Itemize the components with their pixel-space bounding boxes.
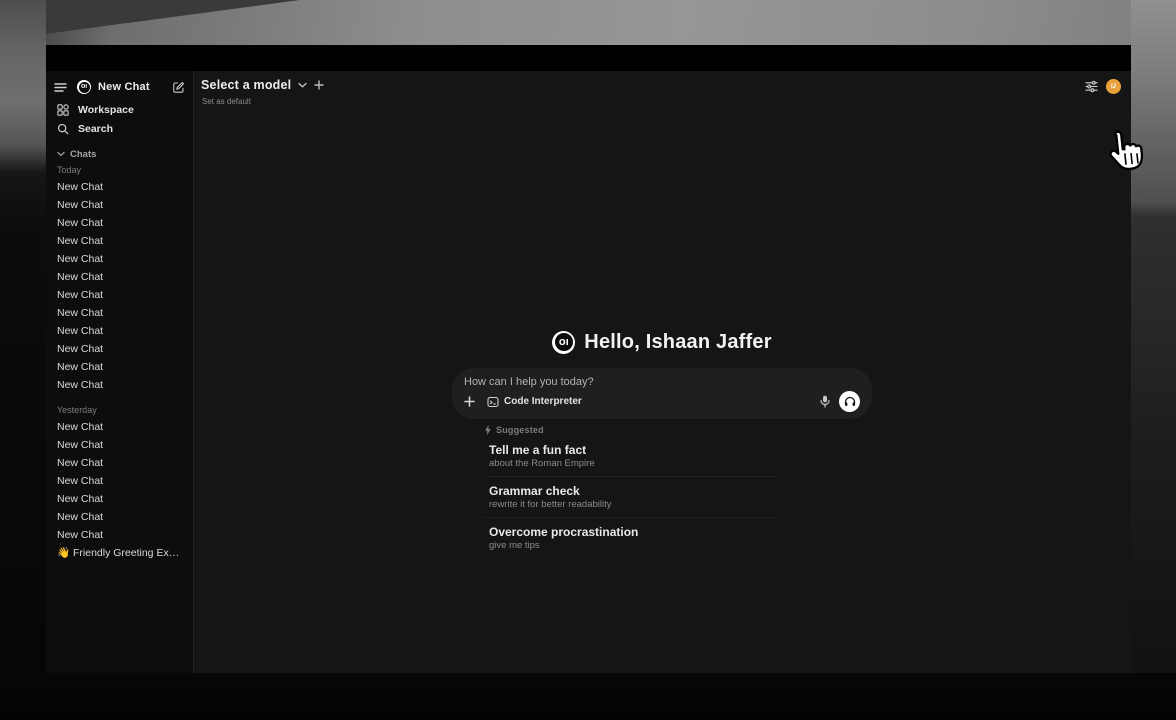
chat-list-item[interactable]: New Chat bbox=[54, 232, 185, 250]
sparkle-icon bbox=[484, 425, 492, 435]
chat-list-item[interactable]: New Chat bbox=[54, 472, 185, 490]
chats-section-toggle[interactable]: Chats bbox=[54, 146, 185, 162]
chat-list-item[interactable]: New Chat bbox=[54, 322, 185, 340]
chats-section-label: Chats bbox=[70, 149, 96, 160]
suggested-prompts: Suggested Tell me a fun fact about the R… bbox=[484, 424, 776, 558]
code-interpreter-toggle[interactable]: Code Interpreter bbox=[487, 396, 582, 408]
chat-list-item[interactable]: New Chat bbox=[54, 178, 185, 196]
chat-list-item[interactable]: New Chat bbox=[54, 490, 185, 508]
controls-sliders-icon[interactable] bbox=[1085, 80, 1098, 93]
chat-list-item[interactable]: New Chat bbox=[54, 376, 185, 394]
user-avatar[interactable]: IJ bbox=[1106, 79, 1121, 94]
greeting: OI Hello, Ishaan Jaffer bbox=[452, 329, 872, 355]
chat-list-item[interactable]: New Chat bbox=[54, 250, 185, 268]
sidebar-header: OI New Chat bbox=[54, 77, 185, 97]
suggested-prompt-title: Tell me a fun fact bbox=[489, 443, 776, 457]
chat-list-item[interactable]: New Chat bbox=[54, 436, 185, 454]
top-right-controls: IJ bbox=[1085, 79, 1121, 94]
workspace-grid-icon bbox=[57, 104, 69, 116]
suggested-header: Suggested bbox=[484, 424, 776, 436]
chat-list-item[interactable]: New Chat bbox=[54, 268, 185, 286]
suggested-prompt-subtitle: about the Roman Empire bbox=[489, 458, 776, 470]
app-window: OI New Chat Workspace Search bbox=[46, 45, 1131, 673]
suggested-label: Suggested bbox=[496, 425, 544, 435]
suggested-prompt-title: Overcome procrastination bbox=[489, 525, 776, 539]
chat-list-item[interactable]: New Chat bbox=[54, 526, 185, 544]
group-label-today: Today bbox=[54, 163, 185, 178]
microphone-icon[interactable] bbox=[820, 395, 830, 408]
chat-list-item[interactable]: New Chat bbox=[54, 454, 185, 472]
window-titlebar bbox=[46, 45, 1131, 71]
composer-toolbar: Code Interpreter bbox=[464, 391, 860, 412]
chat-list-item[interactable]: New Chat bbox=[54, 304, 185, 322]
chat-list-item[interactable]: New Chat bbox=[54, 196, 185, 214]
group-label-yesterday: Yesterday bbox=[54, 403, 185, 418]
attach-plus-icon[interactable] bbox=[464, 396, 475, 407]
workspace-label: Workspace bbox=[78, 104, 134, 116]
suggested-prompt-subtitle: give me tips bbox=[489, 540, 776, 552]
desktop: OI New Chat Workspace Search bbox=[0, 0, 1176, 720]
suggested-prompt-subtitle: rewrite it for better readability bbox=[489, 499, 776, 511]
sidebar-item-workspace[interactable]: Workspace bbox=[54, 100, 185, 119]
wallpaper-bottom-band bbox=[0, 673, 1176, 720]
chat-list-item[interactable]: New Chat bbox=[54, 214, 185, 232]
chat-list-item[interactable]: New Chat bbox=[54, 418, 185, 436]
sidebar: OI New Chat Workspace Search bbox=[46, 71, 194, 673]
voice-call-button[interactable] bbox=[839, 391, 860, 412]
new-chat-icon[interactable] bbox=[172, 81, 185, 94]
search-icon bbox=[57, 123, 69, 135]
wallpaper-left-column bbox=[0, 0, 46, 720]
set-default-link[interactable]: Set as default bbox=[202, 97, 251, 106]
chat-list-item[interactable]: New Chat bbox=[54, 508, 185, 526]
search-label: Search bbox=[78, 123, 113, 135]
chat-list-item[interactable]: New Chat bbox=[54, 358, 185, 376]
suggested-prompt[interactable]: Tell me a fun fact about the Roman Empir… bbox=[484, 436, 776, 476]
greeting-text: Hello, Ishaan Jaffer bbox=[584, 331, 771, 354]
suggested-prompt[interactable]: Overcome procrastination give me tips bbox=[484, 517, 776, 558]
wallpaper-right-column bbox=[1131, 0, 1176, 720]
chat-list-item[interactable]: New Chat bbox=[54, 340, 185, 358]
chevron-down-icon bbox=[298, 82, 307, 88]
sidebar-toggle-icon[interactable] bbox=[54, 82, 67, 93]
chat-list-item-named[interactable]: 👋 Friendly Greeting Exchange bbox=[54, 544, 185, 562]
code-interpreter-icon bbox=[487, 396, 499, 408]
sidebar-title: New Chat bbox=[98, 81, 150, 93]
app-logo: OI bbox=[77, 80, 91, 94]
composer-placeholder: How can I help you today? bbox=[464, 376, 860, 388]
sidebar-item-search[interactable]: Search bbox=[54, 119, 185, 138]
main-content: Select a model Set as default IJ OI Hell… bbox=[195, 71, 1131, 673]
model-selector[interactable]: Select a model bbox=[201, 78, 324, 92]
message-composer[interactable]: How can I help you today? Code Interpret… bbox=[452, 368, 872, 419]
add-model-icon[interactable] bbox=[314, 80, 324, 90]
chevron-down-icon bbox=[57, 151, 65, 157]
chat-list-item[interactable]: New Chat bbox=[54, 286, 185, 304]
model-selector-label: Select a model bbox=[201, 78, 291, 92]
suggested-prompt-title: Grammar check bbox=[489, 484, 776, 498]
app-logo-large: OI bbox=[552, 331, 575, 354]
code-interpreter-label: Code Interpreter bbox=[504, 396, 582, 407]
suggested-prompt[interactable]: Grammar check rewrite it for better read… bbox=[484, 476, 776, 517]
headphones-icon bbox=[844, 396, 856, 407]
